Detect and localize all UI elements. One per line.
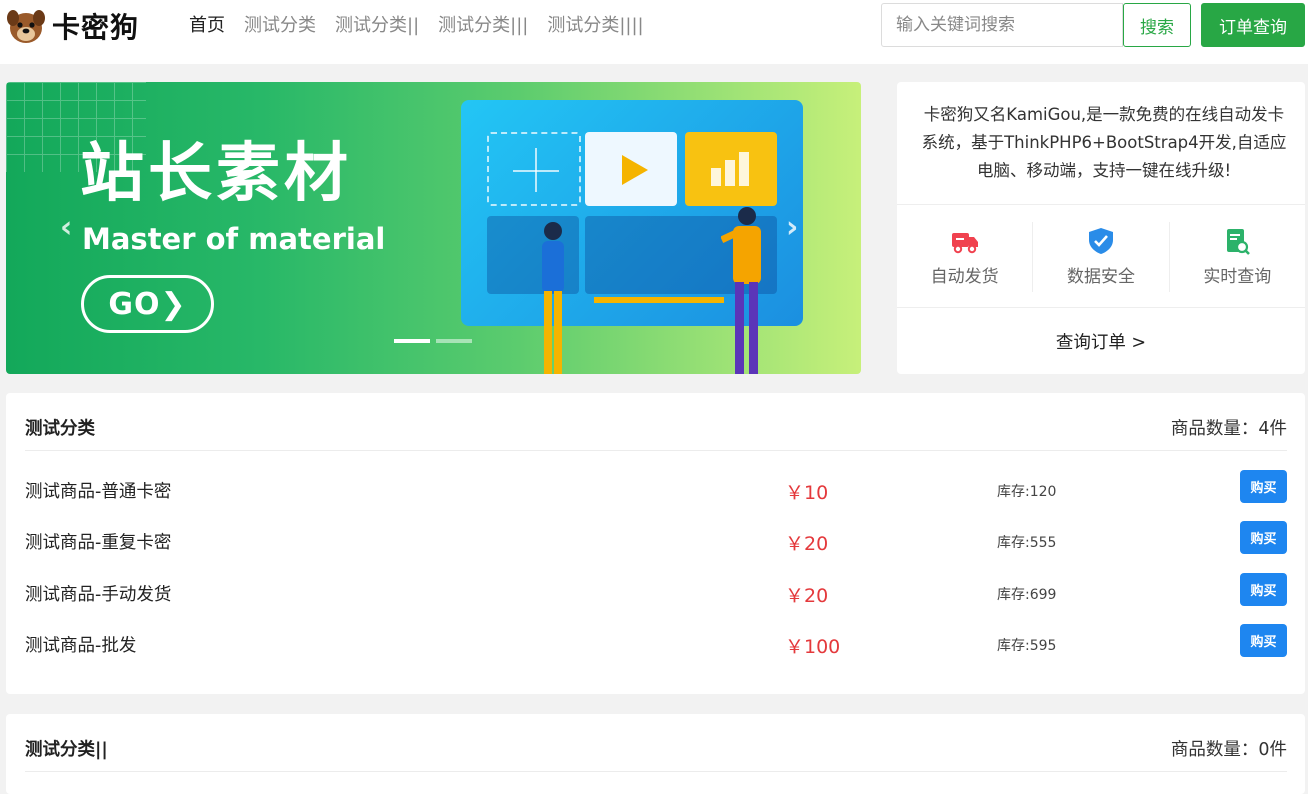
banner-go-button[interactable]: GO ❯ — [81, 275, 214, 333]
plus-icon — [487, 132, 581, 206]
divider — [25, 771, 1287, 772]
carousel-indicators — [394, 339, 478, 343]
product-row: 测试商品-手动发货 ￥20 库存:699 购买 — [6, 573, 1305, 613]
category-panel: 测试分类|| 商品数量：0件 — [6, 714, 1305, 794]
category-title: 测试分类|| — [25, 740, 108, 760]
feature-data-security: 数据安全 — [1033, 222, 1170, 292]
person-illustration-left — [542, 222, 564, 374]
divider — [897, 204, 1305, 205]
logo-text: 卡密狗 — [52, 11, 140, 44]
product-stock: 库存:120 — [997, 484, 1057, 500]
search-button[interactable]: 搜索 — [1123, 3, 1191, 47]
site-logo[interactable]: 卡密狗 — [6, 6, 139, 46]
buy-button[interactable]: 购买 — [1240, 521, 1287, 554]
buy-button[interactable]: 购买 — [1240, 573, 1287, 606]
buy-button[interactable]: 购买 — [1240, 470, 1287, 503]
product-row: 测试商品-重复卡密 ￥20 库存:555 购买 — [6, 521, 1305, 561]
chevron-right-icon: ❯ — [160, 286, 187, 322]
product-row: 测试商品-批发 ￥100 库存:595 购买 — [6, 624, 1305, 664]
banner-subtitle: Master of material — [82, 222, 386, 256]
person-illustration-right — [721, 207, 761, 374]
desk-illustration — [594, 297, 724, 303]
nav-category-4[interactable]: 测试分类|||| — [547, 14, 643, 38]
category-product-count: 商品数量：4件 — [1170, 419, 1287, 439]
product-stock: 库存:699 — [997, 587, 1057, 603]
product-price: ￥20 — [785, 585, 829, 607]
banner-go-label: GO — [108, 286, 161, 322]
carousel-prev-arrow[interactable]: ‹ — [60, 210, 72, 245]
feature-label: 实时查询 — [1203, 267, 1272, 287]
delivery-truck-icon — [951, 233, 978, 254]
divider — [25, 450, 1287, 451]
category-title: 测试分类 — [25, 419, 95, 439]
carousel-next-arrow[interactable]: › — [786, 210, 798, 245]
query-order-link[interactable]: 查询订单 > — [897, 329, 1305, 354]
feature-label: 数据安全 — [1066, 267, 1135, 287]
product-name-link[interactable]: 测试商品-普通卡密 — [25, 478, 171, 503]
nav-category-1[interactable]: 测试分类 — [244, 14, 316, 38]
product-stock: 库存:595 — [997, 638, 1057, 654]
product-row: 测试商品-普通卡密 ￥10 库存:120 购买 — [6, 470, 1305, 510]
carousel-indicator-1[interactable] — [394, 339, 430, 343]
product-price: ￥10 — [785, 482, 829, 504]
product-name-link[interactable]: 测试商品-批发 — [25, 632, 136, 657]
feature-list: 自动发货 数据安全 实时查询 — [897, 222, 1305, 292]
banner-carousel[interactable]: 站长素材 Master of material GO ❯ ‹ › — [6, 82, 861, 374]
buy-button[interactable]: 购买 — [1240, 624, 1287, 657]
site-description: 卡密狗又名KamiGou,是一款免费的在线自动发卡系统，基于ThinkPHP6+… — [921, 105, 1287, 180]
document-search-icon — [1227, 229, 1251, 255]
product-name-link[interactable]: 测试商品-重复卡密 — [25, 529, 171, 554]
play-icon — [585, 132, 677, 206]
top-navbar: 卡密狗 首页 测试分类 测试分类|| 测试分类||| 测试分类|||| 搜索 订… — [0, 0, 1308, 64]
product-stock: 库存:555 — [997, 535, 1057, 551]
feature-label: 自动发货 — [930, 267, 999, 287]
category-panel: 测试分类 商品数量：4件 测试商品-普通卡密 ￥10 库存:120 购买 测试商… — [6, 393, 1305, 694]
feature-auto-delivery: 自动发货 — [897, 222, 1034, 292]
product-price: ￥100 — [785, 636, 841, 658]
order-query-button[interactable]: 订单查询 — [1201, 3, 1305, 47]
divider — [897, 307, 1305, 308]
product-name-link[interactable]: 测试商品-手动发货 — [25, 581, 171, 606]
main-nav: 首页 测试分类 测试分类|| 测试分类||| 测试分类|||| — [189, 14, 663, 38]
nav-home[interactable]: 首页 — [189, 14, 225, 38]
feature-realtime-query: 实时查询 — [1170, 222, 1305, 292]
shield-check-icon — [1088, 228, 1113, 254]
product-price: ￥20 — [785, 533, 829, 555]
banner-title: 站长素材 — [80, 137, 352, 211]
nav-category-3[interactable]: 测试分类||| — [438, 14, 528, 38]
bar-chart-icon — [685, 132, 777, 206]
nav-category-2[interactable]: 测试分类|| — [335, 14, 419, 38]
dog-logo-icon — [7, 10, 45, 43]
carousel-indicator-2[interactable] — [436, 339, 472, 343]
category-product-count: 商品数量：0件 — [1170, 740, 1287, 760]
site-info-card: 卡密狗又名KamiGou,是一款免费的在线自动发卡系统，基于ThinkPHP6+… — [897, 82, 1305, 374]
search-input[interactable] — [881, 3, 1123, 47]
